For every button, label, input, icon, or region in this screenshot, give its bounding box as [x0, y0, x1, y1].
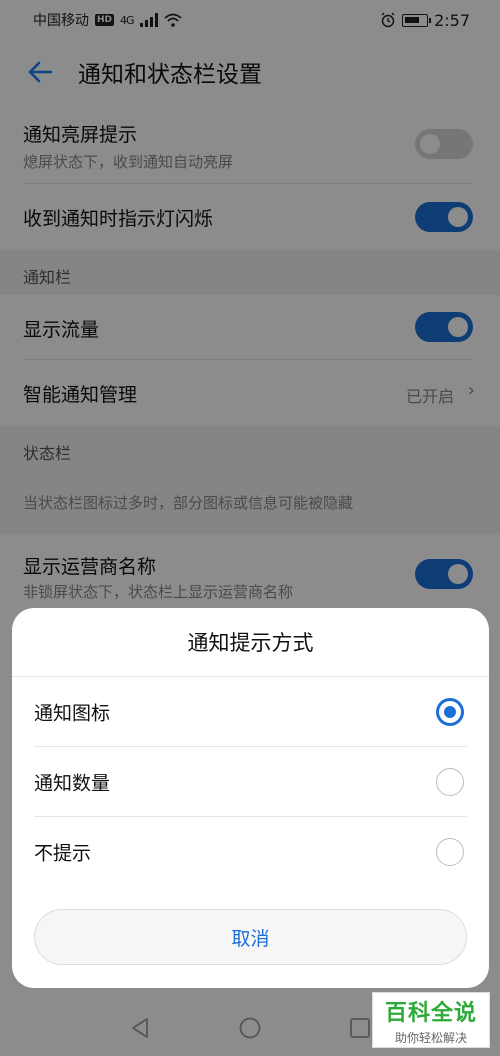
dialog-title: 通知提示方式 — [187, 631, 314, 655]
watermark-logo: 百科全说 助你轻松解决 — [372, 992, 490, 1048]
nav-back-button[interactable] — [128, 1016, 152, 1040]
settings-screen: 中国移动 HD 4G 2:57 通知和状态栏设置 通知亮屏提示 熄屏状态下，收到… — [0, 0, 500, 1056]
option-no-prompt[interactable]: 不提示 — [12, 817, 489, 887]
nav-recents-button[interactable] — [348, 1016, 372, 1040]
watermark-title: 百科全说 — [384, 1000, 477, 1026]
triangle-back-icon — [132, 1018, 148, 1038]
option-label: 不提示 — [34, 842, 92, 865]
radio-selected[interactable] — [436, 698, 464, 726]
nav-home-button[interactable] — [238, 1016, 262, 1040]
circle-home-icon — [239, 1017, 261, 1039]
option-label: 通知数量 — [34, 772, 111, 795]
option-label: 通知图标 — [34, 702, 111, 725]
watermark-subtitle: 助你轻松解决 — [394, 1030, 467, 1045]
radio-unselected[interactable] — [436, 838, 464, 866]
option-notification-icon[interactable]: 通知图标 — [12, 677, 489, 747]
cancel-button[interactable]: 取消 — [34, 909, 467, 965]
radio-unselected[interactable] — [436, 768, 464, 796]
notification-style-dialog: 通知提示方式 通知图标 通知数量 不提示 取消 — [12, 608, 489, 988]
option-notification-count[interactable]: 通知数量 — [12, 747, 489, 817]
square-recents-icon — [350, 1018, 370, 1038]
